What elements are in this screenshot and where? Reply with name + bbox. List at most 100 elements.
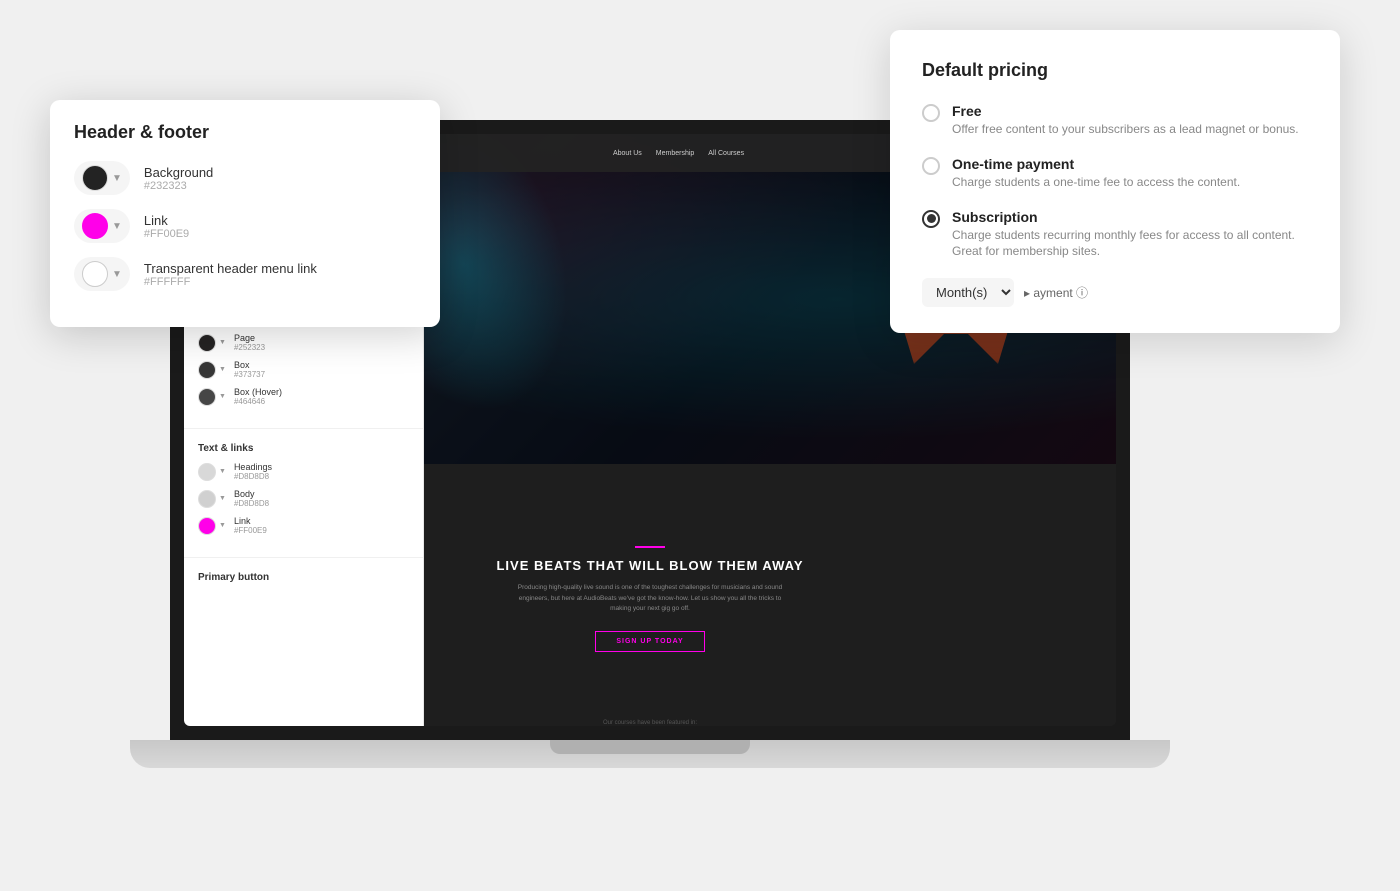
site-nav-links: About Us Membership All Courses — [613, 150, 744, 157]
pricing-option-free[interactable]: Free Offer free content to your subscrib… — [922, 103, 1308, 138]
swatch-box-wrap[interactable]: ▼ — [198, 361, 226, 379]
radio-free[interactable] — [922, 104, 940, 122]
swatch-box — [198, 361, 216, 379]
color-info-text-link: Link #FF00E9 — [234, 516, 267, 535]
month-select[interactable]: Month(s) — [922, 278, 1014, 307]
hf-swatch-transparent-chevron: ▼ — [112, 269, 122, 280]
header-footer-panel: Header & footer ▼ Background #232323 ▼ L… — [50, 100, 440, 327]
pricing-text-onetime: One-time payment Charge students a one-t… — [952, 156, 1240, 191]
hf-swatch-bg — [82, 165, 108, 191]
swatch-box-hover — [198, 388, 216, 406]
radio-onetime[interactable] — [922, 157, 940, 175]
color-section-text-links: Text & links ▼ Headings #D8D8D8 — [184, 433, 423, 553]
pricing-text-free: Free Offer free content to your subscrib… — [952, 103, 1299, 138]
nav-membership[interactable]: Membership — [656, 150, 695, 157]
swatch-body — [198, 490, 216, 508]
pricing-text-subscription: Subscription Charge students recurring m… — [952, 209, 1308, 261]
pricing-bottom: Month(s) ▸ ayment ⓘ — [922, 278, 1308, 307]
color-info-page: Page #252323 — [234, 333, 265, 352]
hf-swatch-transparent-wrap[interactable]: ▼ — [74, 257, 130, 291]
color-row-headings: ▼ Headings #D8D8D8 — [198, 462, 409, 481]
color-info-body: Body #D8D8D8 — [234, 489, 269, 508]
hf-swatch-bg-wrap[interactable]: ▼ — [74, 161, 130, 195]
color-info-box-hover: Box (Hover) #464646 — [234, 387, 282, 406]
color-row-box: ▼ Box #373737 — [198, 360, 409, 379]
color-label-page: Page — [234, 333, 265, 343]
nav-about[interactable]: About Us — [613, 150, 642, 157]
radio-subscription-inner — [927, 214, 936, 223]
color-section-primary-button: Primary button — [184, 562, 423, 601]
hf-swatch-bg-chevron: ▼ — [112, 173, 122, 184]
hf-panel-title: Header & footer — [74, 122, 416, 143]
color-row-text-link: ▼ Link #FF00E9 — [198, 516, 409, 535]
hf-swatch-link-chevron: ▼ — [112, 221, 122, 232]
color-hex-box-hover: #464646 — [234, 397, 282, 406]
pricing-desc-free: Offer free content to your subscribers a… — [952, 121, 1299, 138]
swatch-headings-chevron: ▼ — [219, 468, 226, 475]
color-section-btn-title: Primary button — [198, 572, 409, 583]
swatch-box-hover-chevron: ▼ — [219, 393, 226, 400]
hf-hex-link: #FF00E9 — [144, 228, 189, 240]
pricing-desc-onetime: Charge students a one-time fee to access… — [952, 174, 1240, 191]
hf-info-transparent: Transparent header menu link #FFFFFF — [144, 261, 317, 288]
swatch-page-chevron: ▼ — [219, 339, 226, 346]
swatch-text-link-chevron: ▼ — [219, 522, 226, 529]
section2-title: LIVE BEATS THAT WILL BLOW THEM AWAY — [496, 558, 803, 573]
color-hex-body: #D8D8D8 — [234, 499, 269, 508]
pricing-option-subscription[interactable]: Subscription Charge students recurring m… — [922, 209, 1308, 261]
laptop-notch — [550, 740, 750, 754]
swatch-headings-wrap[interactable]: ▼ — [198, 463, 226, 481]
color-row-body: ▼ Body #D8D8D8 — [198, 489, 409, 508]
color-hex-page: #252323 — [234, 343, 265, 352]
hf-row-link: ▼ Link #FF00E9 — [74, 209, 416, 243]
color-hex-text-link: #FF00E9 — [234, 526, 267, 535]
color-hex-box: #373737 — [234, 370, 265, 379]
hf-row-transparent: ▼ Transparent header menu link #FFFFFF — [74, 257, 416, 291]
color-info-box: Box #373737 — [234, 360, 265, 379]
color-info-headings: Headings #D8D8D8 — [234, 462, 272, 481]
pricing-name-free: Free — [952, 103, 1299, 119]
color-label-body: Body — [234, 489, 269, 499]
section2-body: Producing high-quality live sound is one… — [510, 583, 790, 614]
color-label-headings: Headings — [234, 462, 272, 472]
swatch-headings — [198, 463, 216, 481]
hf-info-link: Link #FF00E9 — [144, 213, 189, 240]
swatch-text-link-wrap[interactable]: ▼ — [198, 517, 226, 535]
hf-label-transparent: Transparent header menu link — [144, 261, 317, 276]
featured-text: Our courses have been featured in: — [603, 720, 697, 726]
hf-row-background: ▼ Background #232323 — [74, 161, 416, 195]
swatch-box-chevron: ▼ — [219, 366, 226, 373]
pricing-desc-subscription: Charge students recurring monthly fees f… — [952, 227, 1308, 261]
color-label-box-hover: Box (Hover) — [234, 387, 282, 397]
pricing-panel: Default pricing Free Offer free content … — [890, 30, 1340, 333]
hf-swatch-link — [82, 213, 108, 239]
swatch-body-wrap[interactable]: ▼ — [198, 490, 226, 508]
pricing-option-onetime[interactable]: One-time payment Charge students a one-t… — [922, 156, 1308, 191]
hf-swatch-link-wrap[interactable]: ▼ — [74, 209, 130, 243]
swatch-text-link — [198, 517, 216, 535]
color-label-text-link: Link — [234, 516, 267, 526]
radio-subscription[interactable] — [922, 210, 940, 228]
section2-accent — [635, 546, 665, 548]
color-row-page: ▼ Page #252323 — [198, 333, 409, 352]
swatch-body-chevron: ▼ — [219, 495, 226, 502]
hf-hex-transparent: #FFFFFF — [144, 276, 317, 288]
hf-info-bg: Background #232323 — [144, 165, 213, 192]
swatch-page-wrap[interactable]: ▼ — [198, 334, 226, 352]
pricing-name-subscription: Subscription — [952, 209, 1308, 225]
hf-swatch-transparent — [82, 261, 108, 287]
color-label-box: Box — [234, 360, 265, 370]
hf-label-bg: Background — [144, 165, 213, 180]
swatch-box-hover-wrap[interactable]: ▼ — [198, 388, 226, 406]
color-row-box-hover: ▼ Box (Hover) #464646 — [198, 387, 409, 406]
pricing-name-onetime: One-time payment — [952, 156, 1240, 172]
hf-hex-bg: #232323 — [144, 180, 213, 192]
nav-courses[interactable]: All Courses — [708, 150, 744, 157]
color-hex-headings: #D8D8D8 — [234, 472, 272, 481]
pricing-payment-note: ▸ ayment ⓘ — [1024, 284, 1088, 301]
color-section-text-title: Text & links — [198, 443, 409, 454]
hf-label-link: Link — [144, 213, 189, 228]
pricing-title: Default pricing — [922, 60, 1308, 81]
signup-button[interactable]: SIGN UP TODAY — [595, 631, 704, 652]
swatch-page — [198, 334, 216, 352]
